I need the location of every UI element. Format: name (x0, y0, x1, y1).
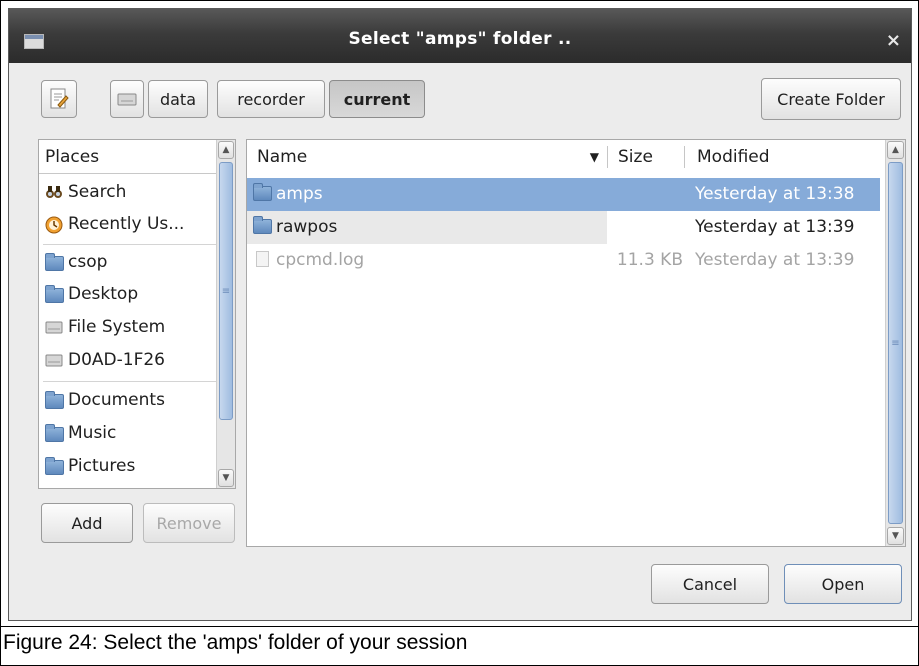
file-name: cpcmd.log (276, 250, 365, 270)
file-modified: Yesterday at 13:39 (695, 250, 855, 270)
scroll-up-icon[interactable]: ▲ (887, 141, 904, 159)
place-label: Desktop (68, 284, 139, 304)
documents-folder-icon (45, 391, 64, 409)
place-label: D0AD-1F26 (68, 350, 165, 370)
type-location-button[interactable] (41, 80, 77, 118)
column-label: Name (257, 147, 308, 167)
pictures-folder-icon (45, 457, 64, 475)
file-row-cpcmd-log[interactable]: cpcmd.log 11.3 KB Yesterday at 13:39 (247, 244, 880, 277)
file-name: amps (276, 184, 323, 204)
places-sidebar: Places Search Recently Us... csop Deskto… (38, 139, 236, 489)
place-label: csop (68, 252, 108, 272)
title-bar[interactable]: Select "amps" folder .. × (9, 9, 911, 63)
path-segment-data[interactable]: data (148, 80, 208, 118)
scroll-up-icon[interactable]: ▲ (218, 141, 234, 159)
places-header: Places (39, 140, 235, 174)
file-row-amps[interactable]: amps Yesterday at 13:38 (247, 178, 880, 211)
path-drive-button[interactable] (110, 80, 144, 118)
place-label: Search (68, 182, 127, 202)
drive-icon (45, 352, 63, 368)
caption-divider (0, 626, 919, 627)
home-folder-icon (45, 253, 64, 271)
file-modified: Yesterday at 13:38 (695, 184, 855, 204)
place-csop[interactable]: csop (39, 246, 235, 278)
folder-icon (253, 216, 272, 234)
file-size (613, 178, 683, 211)
path-segment-current[interactable]: current (329, 80, 425, 118)
file-name: rawpos (276, 217, 338, 237)
folder-icon (253, 183, 272, 201)
cancel-button[interactable]: Cancel (651, 564, 769, 604)
scroll-down-icon[interactable]: ▼ (218, 469, 234, 487)
column-header-size[interactable]: Size (608, 140, 684, 174)
places-scroll-thumb[interactable]: ≡ (219, 162, 233, 420)
file-chooser-dialog: Select "amps" folder .. × data recorder … (8, 8, 912, 621)
binoculars-icon (45, 184, 63, 200)
dialog-title: Select "amps" folder .. (348, 29, 572, 49)
close-icon[interactable]: × (886, 30, 901, 51)
places-separator (43, 244, 231, 245)
figure-caption: Figure 24: Select the 'amps' folder of y… (3, 631, 468, 654)
desktop-folder-icon (45, 285, 64, 303)
edit-location-icon (50, 88, 69, 109)
place-label: File System (68, 317, 166, 337)
sort-chevron-down-icon: ▼ (589, 150, 599, 164)
recent-clock-icon (45, 216, 63, 234)
file-list: Name ▼ Size Modified amps Yesterday at 1… (246, 139, 906, 547)
file-row-rawpos[interactable]: rawpos Yesterday at 13:39 (247, 211, 880, 244)
file-name-cell: amps (253, 178, 323, 211)
file-size (613, 211, 683, 244)
scroll-down-icon[interactable]: ▼ (887, 527, 904, 545)
place-music[interactable]: Music (39, 417, 235, 449)
file-list-scrollbar[interactable]: ▲ ≡ ▼ (885, 140, 905, 546)
remove-place-button[interactable]: Remove (143, 503, 235, 543)
place-label: Music (68, 423, 117, 443)
place-file-system[interactable]: File System (39, 311, 235, 343)
music-folder-icon (45, 424, 64, 442)
drive-icon (45, 319, 63, 335)
add-place-button[interactable]: Add (41, 503, 133, 543)
place-pictures[interactable]: Pictures (39, 450, 235, 482)
file-size: 11.3 KB (616, 250, 683, 270)
place-recently-used[interactable]: Recently Us... (39, 208, 235, 240)
place-documents[interactable]: Documents (39, 384, 235, 416)
file-icon (256, 251, 269, 267)
place-label: Pictures (68, 456, 136, 476)
place-search[interactable]: Search (39, 176, 235, 208)
column-header-modified[interactable]: Modified (685, 140, 885, 174)
file-modified: Yesterday at 13:39 (695, 217, 855, 237)
open-button[interactable]: Open (784, 564, 902, 604)
column-header-name[interactable]: Name ▼ (247, 140, 607, 174)
places-scrollbar[interactable]: ▲ ≡ ▼ (216, 140, 235, 488)
place-label: Documents (68, 390, 165, 410)
file-list-scroll-thumb[interactable]: ≡ (888, 162, 903, 524)
places-separator (43, 381, 231, 382)
file-name-cell: rawpos (253, 211, 337, 244)
drive-icon (117, 93, 137, 106)
file-name-cell: cpcmd.log (253, 244, 364, 277)
place-label: Recently Us... (68, 214, 185, 234)
path-segment-recorder[interactable]: recorder (217, 80, 325, 118)
place-desktop[interactable]: Desktop (39, 278, 235, 310)
create-folder-button[interactable]: Create Folder (761, 78, 901, 120)
place-d0ad-1f26[interactable]: D0AD-1F26 (39, 344, 235, 376)
